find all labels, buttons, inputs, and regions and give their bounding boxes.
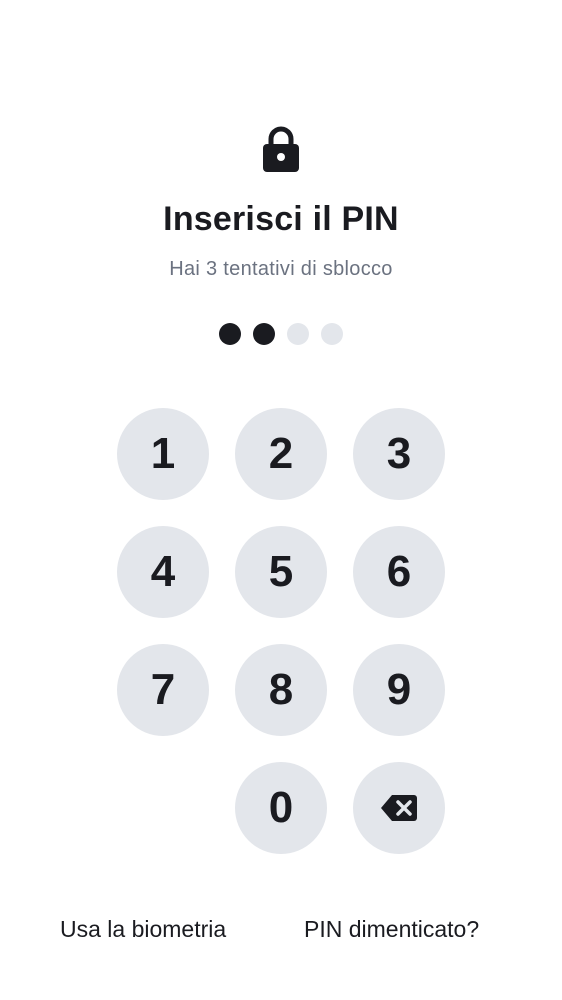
key-8[interactable]: 8 (235, 644, 327, 736)
key-4[interactable]: 4 (117, 526, 209, 618)
key-7[interactable]: 7 (117, 644, 209, 736)
pin-dot-empty (287, 323, 309, 345)
lock-icon (263, 126, 299, 172)
keypad-spacer (117, 762, 209, 854)
pin-dot-filled (253, 323, 275, 345)
numeric-keypad: 123 456 7890 (117, 408, 447, 854)
backspace-button[interactable] (353, 762, 445, 854)
key-5[interactable]: 5 (235, 526, 327, 618)
attempts-remaining-text: Hai 3 tentativi di sblocco (169, 258, 393, 280)
backspace-icon (381, 795, 417, 821)
pin-dot-filled (219, 323, 241, 345)
key-9[interactable]: 9 (353, 644, 445, 736)
key-6[interactable]: 6 (353, 526, 445, 618)
forgot-pin-button[interactable]: PIN dimenticato? (304, 916, 479, 943)
key-2[interactable]: 2 (235, 408, 327, 500)
key-3[interactable]: 3 (353, 408, 445, 500)
key-0[interactable]: 0 (235, 762, 327, 854)
page-title: Inserisci il PIN (163, 200, 399, 238)
pin-dot-empty (321, 323, 343, 345)
key-1[interactable]: 1 (117, 408, 209, 500)
pin-entry-screen: Inserisci il PIN Hai 3 tentativi di sblo… (0, 0, 562, 1000)
use-biometrics-button[interactable]: Usa la biometria (60, 916, 226, 943)
pin-dots-indicator (0, 323, 562, 345)
